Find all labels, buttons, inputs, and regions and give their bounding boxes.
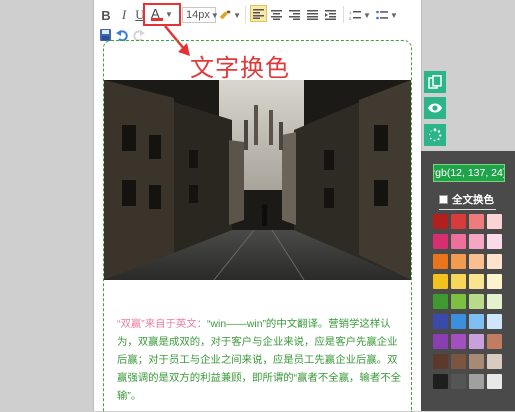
align-left-icon <box>253 8 264 19</box>
copy-button[interactable] <box>424 71 446 93</box>
justify-button[interactable] <box>305 6 320 24</box>
align-center-icon <box>271 10 282 20</box>
color-swatch[interactable] <box>487 214 502 229</box>
font-color-icon: A <box>151 6 164 22</box>
chevron-down-icon: ▼ <box>165 9 173 19</box>
color-swatch[interactable] <box>469 294 484 309</box>
color-swatch[interactable] <box>451 294 466 309</box>
article-paragraph[interactable]: “双赢”来自于英文：“win——win”的中文翻译。营销学这样认为，双赢是成双的… <box>117 316 402 406</box>
color-swatch[interactable] <box>451 334 466 349</box>
italic-button[interactable]: I <box>118 6 130 24</box>
unordered-list-button[interactable]: ▼ <box>375 6 399 24</box>
color-swatch[interactable] <box>487 314 502 329</box>
color-swatch[interactable] <box>451 354 466 369</box>
align-center-button[interactable] <box>269 6 284 24</box>
bullet-list-icon <box>376 10 389 19</box>
copy-icon <box>428 75 442 89</box>
color-swatch[interactable] <box>451 214 466 229</box>
indent-icon <box>325 10 336 20</box>
align-right-button[interactable] <box>287 6 302 24</box>
font-size-select[interactable]: 14px ▼ <box>182 7 219 23</box>
all-text-label: 全文换色 <box>452 194 494 206</box>
svg-text:1: 1 <box>349 10 352 15</box>
redo-icon <box>133 29 145 41</box>
all-text-checkbox[interactable] <box>439 195 448 204</box>
color-swatch[interactable] <box>451 274 466 289</box>
color-swatch[interactable] <box>469 274 484 289</box>
indent-button[interactable] <box>323 6 338 24</box>
underline-button[interactable]: U <box>134 6 146 24</box>
svg-text:2: 2 <box>349 16 352 21</box>
chevron-down-icon: ▼ <box>390 10 398 20</box>
color-swatch[interactable] <box>433 354 448 369</box>
all-text-color-toggle[interactable]: 全文换色 <box>439 192 496 210</box>
color-swatch[interactable] <box>433 374 448 389</box>
spinner-icon <box>428 128 442 142</box>
color-swatch[interactable] <box>433 274 448 289</box>
chevron-down-icon: ▼ <box>363 10 371 20</box>
color-swatch[interactable] <box>451 314 466 329</box>
color-swatch[interactable] <box>469 314 484 329</box>
undo-icon <box>116 29 128 41</box>
color-swatch[interactable] <box>469 354 484 369</box>
bold-button[interactable]: B <box>99 6 113 24</box>
color-swatch[interactable] <box>487 234 502 249</box>
font-color-button[interactable]: A ▼ <box>149 5 175 23</box>
brush-icon <box>219 10 231 20</box>
color-picker-panel: rgb(12, 137, 24) 全文换色 <box>421 151 515 411</box>
align-right-icon <box>289 10 300 20</box>
color-swatch[interactable] <box>451 234 466 249</box>
color-swatch[interactable] <box>433 314 448 329</box>
article-body-text: “win——win”的中文翻译。营销学这样认为，双赢是成双的，对于客户与企业来说… <box>117 319 402 402</box>
article-highlight-text: “双赢”来自于英文： <box>117 319 208 330</box>
paint-format-button[interactable]: ▼ <box>219 6 241 24</box>
ordered-list-icon: 1 2 <box>349 10 362 21</box>
color-swatch[interactable] <box>451 374 466 389</box>
color-swatch[interactable] <box>433 214 448 229</box>
color-swatch[interactable] <box>469 214 484 229</box>
color-swatch[interactable] <box>487 374 502 389</box>
color-swatch[interactable] <box>433 234 448 249</box>
font-size-value: 14px <box>186 9 210 21</box>
color-swatch[interactable] <box>487 254 502 269</box>
eye-icon <box>428 103 442 113</box>
chevron-down-icon: ▼ <box>233 10 241 20</box>
color-swatch[interactable] <box>469 254 484 269</box>
color-swatch[interactable] <box>487 354 502 369</box>
loading-button[interactable] <box>424 124 446 146</box>
rgb-value-display[interactable]: rgb(12, 137, 24) <box>433 164 505 182</box>
color-swatch[interactable] <box>433 254 448 269</box>
ordered-list-button[interactable]: 1 2 ▼ <box>348 6 372 24</box>
preview-button[interactable] <box>424 97 446 119</box>
color-swatch[interactable] <box>469 334 484 349</box>
color-swatch[interactable] <box>469 374 484 389</box>
chevron-down-icon: ▼ <box>210 10 219 20</box>
article-image <box>104 80 411 280</box>
color-swatch[interactable] <box>451 254 466 269</box>
color-swatch[interactable] <box>487 334 502 349</box>
color-swatch[interactable] <box>487 294 502 309</box>
align-left-button[interactable] <box>250 5 267 22</box>
align-justify-icon <box>307 10 318 20</box>
color-swatch[interactable] <box>433 334 448 349</box>
color-swatch[interactable] <box>487 274 502 289</box>
color-swatch[interactable] <box>469 234 484 249</box>
alley-photo <box>104 80 411 280</box>
color-swatch[interactable] <box>433 294 448 309</box>
